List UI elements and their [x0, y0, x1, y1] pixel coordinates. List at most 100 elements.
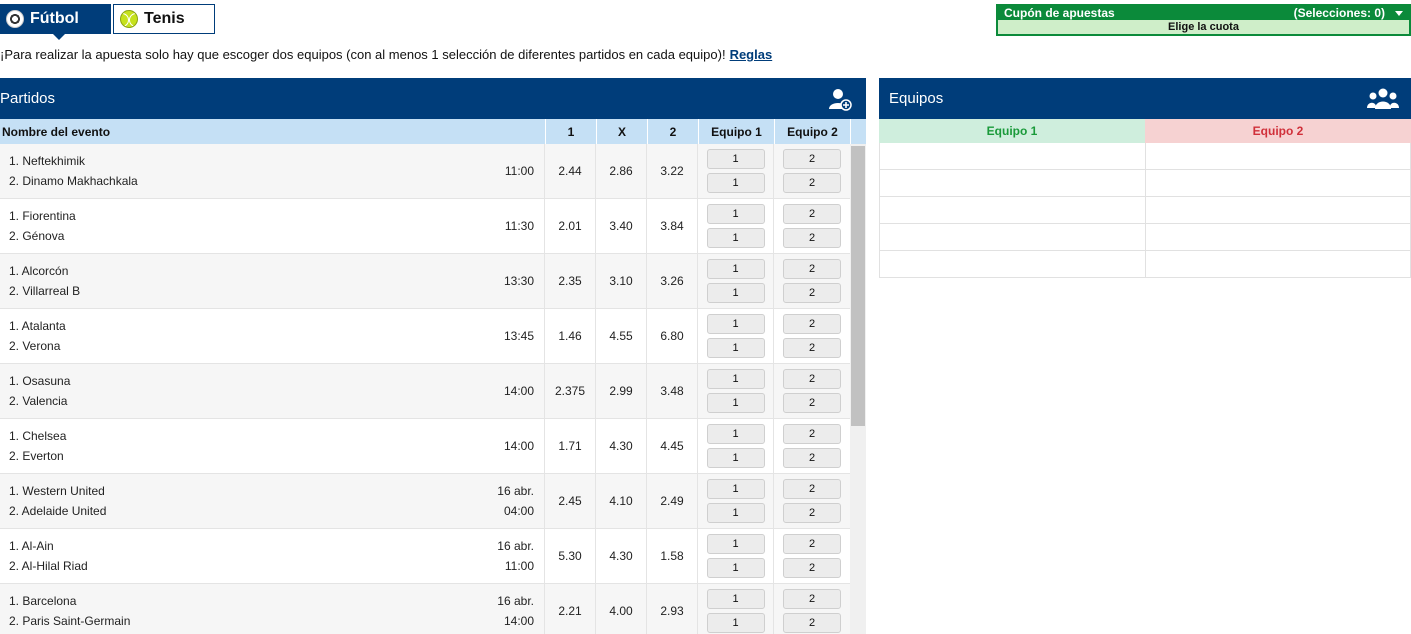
- away-team: 2. Dinamo Makhachkala: [9, 174, 138, 188]
- team-1-pick-away[interactable]: 1: [706, 283, 765, 303]
- team-1-pick-home[interactable]: 1: [706, 479, 765, 499]
- team-2-pick-away[interactable]: 2: [783, 283, 841, 303]
- team-1-pick-home[interactable]: 1: [706, 314, 765, 334]
- team-2-pick-home[interactable]: 2: [783, 479, 841, 499]
- team-2-slot: [1145, 170, 1411, 196]
- odd-1: 2.44: [545, 144, 596, 198]
- team-2-header: Equipo 2: [1145, 119, 1411, 143]
- odd-x: 3.10: [596, 254, 647, 308]
- team-1-pick-away[interactable]: 1: [706, 503, 765, 523]
- event-time: 14:00: [503, 439, 534, 453]
- column-odd-1: 1: [545, 119, 596, 144]
- odd-2: 3.22: [647, 144, 698, 198]
- team-2-pick-home[interactable]: 2: [783, 369, 841, 389]
- table-row: 1. Chelsea 2. Everton 14:00 1.71 4.30 4.45 1 1 2…: [0, 419, 850, 474]
- odd-1: 2.01: [545, 199, 596, 253]
- matches-rows: 1. Neftekhimik 2. Dinamo Makhachkala 11:00…: [0, 144, 850, 634]
- odd-2: 2.49: [647, 474, 698, 528]
- team-2-slot: [1145, 224, 1411, 250]
- team-2-picks: 22: [774, 419, 850, 473]
- odd-2: 3.26: [647, 254, 698, 308]
- team-2-pick-home[interactable]: 2: [783, 314, 841, 334]
- team-1-slot: [879, 197, 1145, 223]
- team-2-pick-away[interactable]: 2: [783, 558, 841, 578]
- home-team: 1. Al-Ain: [9, 539, 54, 553]
- away-team: 2. Paris Saint-Germain: [9, 614, 131, 628]
- scrollbar-thumb[interactable]: [851, 146, 865, 426]
- team-2-pick-away[interactable]: 2: [783, 228, 841, 248]
- team-2-picks: 22: [774, 364, 850, 418]
- team-2-slot: [1145, 251, 1411, 277]
- team-2-pick-away[interactable]: 2: [783, 338, 841, 358]
- column-odd-2: 2: [647, 119, 698, 144]
- team-1-pick-away[interactable]: 1: [706, 228, 765, 248]
- odd-2: 1.58: [647, 529, 698, 583]
- team-1-pick-away[interactable]: 1: [706, 393, 765, 413]
- coupon-header[interactable]: Cupón de apuestas (Selecciones: 0): [998, 6, 1409, 20]
- event-name-cell: 1. Chelsea 2. Everton 14:00: [0, 419, 545, 473]
- team-2-pick-home[interactable]: 2: [783, 534, 841, 554]
- team-1-pick-home[interactable]: 1: [706, 589, 765, 609]
- teams-header: Equipos: [879, 78, 1411, 119]
- matches-table: Nombre del evento 1 X 2 Equipo 1 Equipo …: [0, 119, 866, 634]
- team-1-pick-away[interactable]: 1: [706, 448, 765, 468]
- table-row: 1. Neftekhimik 2. Dinamo Makhachkala 11:00…: [0, 144, 850, 199]
- away-team: 2. Valencia: [9, 394, 68, 408]
- team-slot-row: [879, 170, 1411, 197]
- team-1-pick-home[interactable]: 1: [706, 259, 765, 279]
- team-2-pick-home[interactable]: 2: [783, 589, 841, 609]
- tab-tenis[interactable]: Tenis: [113, 4, 215, 34]
- team-2-pick-home[interactable]: 2: [783, 149, 841, 169]
- odd-1: 1.71: [545, 419, 596, 473]
- team-1-picks: 11: [698, 144, 774, 198]
- team-1-pick-home[interactable]: 1: [706, 534, 765, 554]
- rules-link[interactable]: Reglas: [730, 47, 773, 62]
- event-time: 04:00: [503, 504, 534, 518]
- home-team: 1. Barcelona: [9, 594, 77, 608]
- odd-2: 6.80: [647, 309, 698, 363]
- home-team: 1. Fiorentina: [9, 209, 76, 223]
- team-1-pick-away[interactable]: 1: [706, 613, 765, 633]
- team-1-pick-away[interactable]: 1: [706, 173, 765, 193]
- scrollbar[interactable]: [850, 144, 866, 634]
- team-1-picks: 11: [698, 199, 774, 253]
- teams-column-headers: Equipo 1 Equipo 2: [879, 119, 1411, 143]
- event-name-cell: 1. Neftekhimik 2. Dinamo Makhachkala 11:00: [0, 144, 545, 198]
- team-2-pick-away[interactable]: 2: [783, 613, 841, 633]
- team-2-pick-away[interactable]: 2: [783, 173, 841, 193]
- event-name-cell: 1. Osasuna 2. Valencia 14:00: [0, 364, 545, 418]
- column-event-name: Nombre del evento: [2, 124, 111, 139]
- team-2-pick-away[interactable]: 2: [783, 448, 841, 468]
- table-row: 1. Al-Ain 2. Al-Hilal Riad 16 abr. 11:00 5.3…: [0, 529, 850, 584]
- team-2-pick-away[interactable]: 2: [783, 503, 841, 523]
- odd-1: 2.375: [545, 364, 596, 418]
- team-2-slot: [1145, 197, 1411, 223]
- event-date: 16 abr.: [497, 594, 534, 608]
- team-1-picks: 11: [698, 419, 774, 473]
- odd-1: 2.35: [545, 254, 596, 308]
- team-1-slot: [879, 251, 1145, 277]
- team-1-pick-away[interactable]: 1: [706, 338, 765, 358]
- team-1-pick-home[interactable]: 1: [706, 149, 765, 169]
- event-date: 16 abr.: [497, 539, 534, 553]
- team-2-pick-home[interactable]: 2: [783, 259, 841, 279]
- chevron-down-icon[interactable]: [1395, 10, 1403, 16]
- coupon-title: Cupón de apuestas: [1004, 6, 1115, 20]
- team-1-slot: [879, 170, 1145, 196]
- away-team: 2. Everton: [9, 449, 64, 463]
- team-2-pick-home[interactable]: 2: [783, 204, 841, 224]
- team-2-pick-away[interactable]: 2: [783, 393, 841, 413]
- away-team: 2. Al-Hilal Riad: [9, 559, 88, 573]
- event-name-cell: 1. Barcelona 2. Paris Saint-Germain 16 abr…: [0, 584, 545, 634]
- team-1-pick-away[interactable]: 1: [706, 558, 765, 578]
- team-1-pick-home[interactable]: 1: [706, 369, 765, 389]
- team-1-pick-home[interactable]: 1: [706, 204, 765, 224]
- matches-column-headers: Nombre del evento 1 X 2 Equipo 1 Equipo …: [0, 119, 866, 144]
- bet-coupon[interactable]: Cupón de apuestas (Selecciones: 0) Elige…: [996, 4, 1411, 36]
- event-time: 14:00: [503, 614, 534, 628]
- team-2-pick-home[interactable]: 2: [783, 424, 841, 444]
- add-user-icon[interactable]: [828, 87, 852, 111]
- team-1-pick-home[interactable]: 1: [706, 424, 765, 444]
- team-2-picks: 22: [774, 529, 850, 583]
- tab-futbol[interactable]: Fútbol: [0, 4, 111, 40]
